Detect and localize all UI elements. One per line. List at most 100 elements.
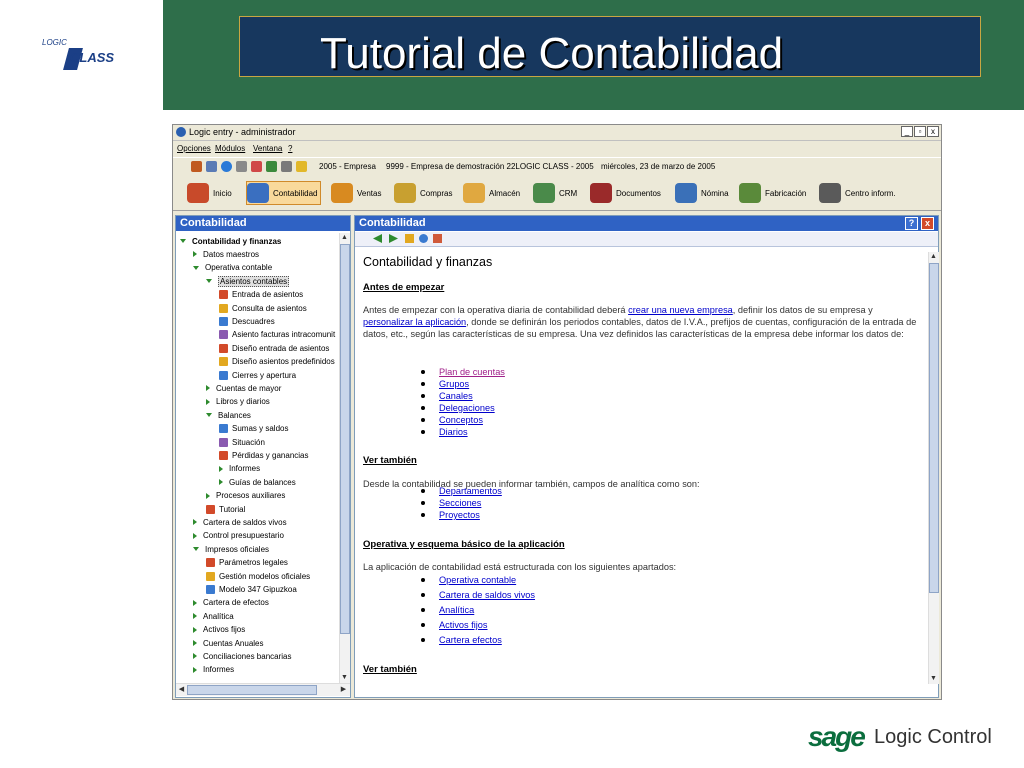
back-arrow-icon[interactable] (373, 234, 382, 243)
tree-item[interactable]: Parámetros legales (206, 557, 288, 569)
menu-help[interactable]: ? (288, 144, 292, 153)
module-inicio[interactable]: Inicio (187, 181, 232, 205)
scroll-right-arrow[interactable]: ▶ (339, 685, 348, 694)
users-icon[interactable] (191, 161, 202, 172)
minimize-button[interactable]: _ (901, 126, 913, 137)
refresh-icon[interactable] (419, 234, 428, 243)
tree-item[interactable]: Gestión modelos oficiales (206, 570, 310, 582)
tree-item[interactable]: Diseño entrada de asientos (219, 342, 329, 354)
list-link[interactable]: Analítica (439, 604, 474, 616)
tree-item[interactable]: Pérdidas y ganancias (219, 449, 309, 461)
menu-opciones[interactable]: Opciones (177, 144, 211, 153)
star-icon[interactable] (296, 161, 307, 172)
collapsed-arrow-icon[interactable] (193, 640, 197, 646)
module-fabricacion[interactable]: Fabricación (739, 181, 806, 205)
list-link[interactable]: Proyectos (439, 509, 480, 521)
tree-item[interactable]: Contabilidad y finanzas (180, 235, 281, 247)
collapsed-arrow-icon[interactable] (193, 599, 197, 606)
tree-item[interactable]: Procesos auxiliares (206, 490, 285, 502)
tree-item[interactable]: Consulta de asientos (219, 302, 307, 314)
collapsed-arrow-icon[interactable] (193, 613, 197, 620)
module-crm[interactable]: CRM (533, 181, 577, 205)
scroll-down-arrow[interactable]: ▼ (929, 674, 938, 683)
help-button[interactable]: ? (905, 217, 918, 230)
print-icon[interactable] (433, 234, 442, 243)
scroll-up-arrow[interactable]: ▲ (929, 252, 938, 261)
tree-item[interactable]: Operativa contable (193, 262, 272, 274)
link-personalizar[interactable]: personalizar la aplicación (363, 317, 466, 327)
tree-item[interactable]: Guías de balances (219, 476, 296, 488)
module-centro-inform[interactable]: Centro inform. (819, 181, 896, 205)
expanded-arrow-icon[interactable] (206, 413, 212, 418)
mail-icon[interactable] (236, 161, 247, 172)
list-link[interactable]: Canales (439, 390, 473, 402)
module-almacen[interactable]: Almacén (463, 181, 520, 205)
collapsed-arrow-icon[interactable] (206, 398, 210, 405)
content-scrollbar[interactable]: ▲ ▼ (928, 252, 939, 684)
grid-icon[interactable] (281, 161, 292, 172)
tree-item[interactable]: Impresos oficiales (193, 543, 269, 555)
collapsed-arrow-icon[interactable] (219, 479, 223, 486)
left-vertical-scrollbar[interactable]: ▲ ▼ (339, 233, 350, 683)
tree-item[interactable]: Activos fijos (193, 624, 245, 636)
module-compras[interactable]: Compras (394, 181, 452, 205)
list-link[interactable]: Operativa contable (439, 574, 516, 586)
calculator-icon[interactable] (206, 161, 217, 172)
list-link[interactable]: Activos fijos (439, 619, 488, 631)
collapsed-arrow-icon[interactable] (193, 532, 197, 539)
restore-button[interactable]: ▫ (914, 126, 926, 137)
expanded-arrow-icon[interactable] (180, 239, 186, 243)
tree-item[interactable]: Control presupuestario (193, 530, 284, 542)
tree-item[interactable]: Diseño asientos predefinidos (219, 356, 335, 368)
forward-arrow-icon[interactable] (389, 234, 398, 243)
collapsed-arrow-icon[interactable] (193, 251, 197, 258)
tree-item[interactable]: Situación (219, 436, 265, 448)
list-link[interactable]: Delegaciones (439, 402, 495, 414)
list-link[interactable]: Grupos (439, 378, 469, 390)
module-nomina[interactable]: Nómina (675, 181, 729, 205)
collapsed-arrow-icon[interactable] (193, 519, 197, 526)
tree-item[interactable]: Cuentas de mayor (206, 382, 281, 394)
collapsed-arrow-icon[interactable] (193, 626, 197, 633)
scroll-down-arrow[interactable]: ▼ (340, 673, 349, 682)
menu-modulos[interactable]: Módulos (215, 144, 245, 153)
tree-item[interactable]: Tutorial (206, 503, 245, 515)
tree-item[interactable]: Libros y diarios (206, 396, 270, 408)
tree-item[interactable]: Asiento facturas intracomunit (219, 329, 335, 341)
module-contabilidad[interactable]: Contabilidad (246, 181, 322, 205)
module-ventas[interactable]: Ventas (331, 181, 381, 205)
home-doc-icon[interactable] (405, 234, 414, 243)
scroll-up-arrow[interactable]: ▲ (340, 233, 349, 242)
tree-item[interactable]: Cuentas Anuales (193, 637, 264, 649)
scroll-thumb[interactable] (340, 244, 350, 634)
tree-item[interactable]: Balances (206, 409, 251, 421)
expanded-arrow-icon[interactable] (193, 265, 199, 270)
list-link[interactable]: Secciones (439, 497, 481, 509)
tree-item[interactable]: Cierres y apertura (219, 369, 296, 381)
calendar-icon[interactable] (251, 161, 262, 172)
close-button[interactable]: x (927, 126, 939, 137)
tree-item[interactable]: Conciliaciones bancarias (193, 650, 292, 662)
help-icon[interactable] (221, 161, 232, 172)
expanded-arrow-icon[interactable] (206, 279, 212, 284)
module-documentos[interactable]: Documentos (590, 181, 661, 205)
tree-item[interactable]: Descuadres (219, 315, 275, 327)
tree-item[interactable]: Cartera de efectos (193, 597, 269, 609)
list-link[interactable]: Departamentos (439, 485, 502, 497)
tree-item[interactable]: Analítica (193, 610, 234, 622)
hscroll-thumb[interactable] (187, 685, 317, 695)
list-link[interactable]: Cartera efectos (439, 634, 502, 646)
list-link[interactable]: Plan de cuentas (439, 366, 505, 378)
close-panel-button[interactable]: x (921, 217, 934, 230)
collapsed-arrow-icon[interactable] (193, 666, 197, 673)
list-link[interactable]: Conceptos (439, 414, 483, 426)
collapsed-arrow-icon[interactable] (206, 385, 210, 392)
collapsed-arrow-icon[interactable] (219, 465, 223, 472)
tree-item[interactable]: Sumas y saldos (219, 423, 288, 435)
tree-item[interactable]: Cartera de saldos vivos (193, 516, 287, 528)
tree-item[interactable]: Datos maestros (193, 248, 259, 260)
left-horizontal-scrollbar[interactable]: ◀ ▶ (176, 683, 350, 696)
menu-ventana[interactable]: Ventana (253, 144, 282, 153)
scroll-left-arrow[interactable]: ◀ (177, 685, 186, 694)
link-crear-empresa[interactable]: crear una nueva empresa (628, 305, 733, 315)
